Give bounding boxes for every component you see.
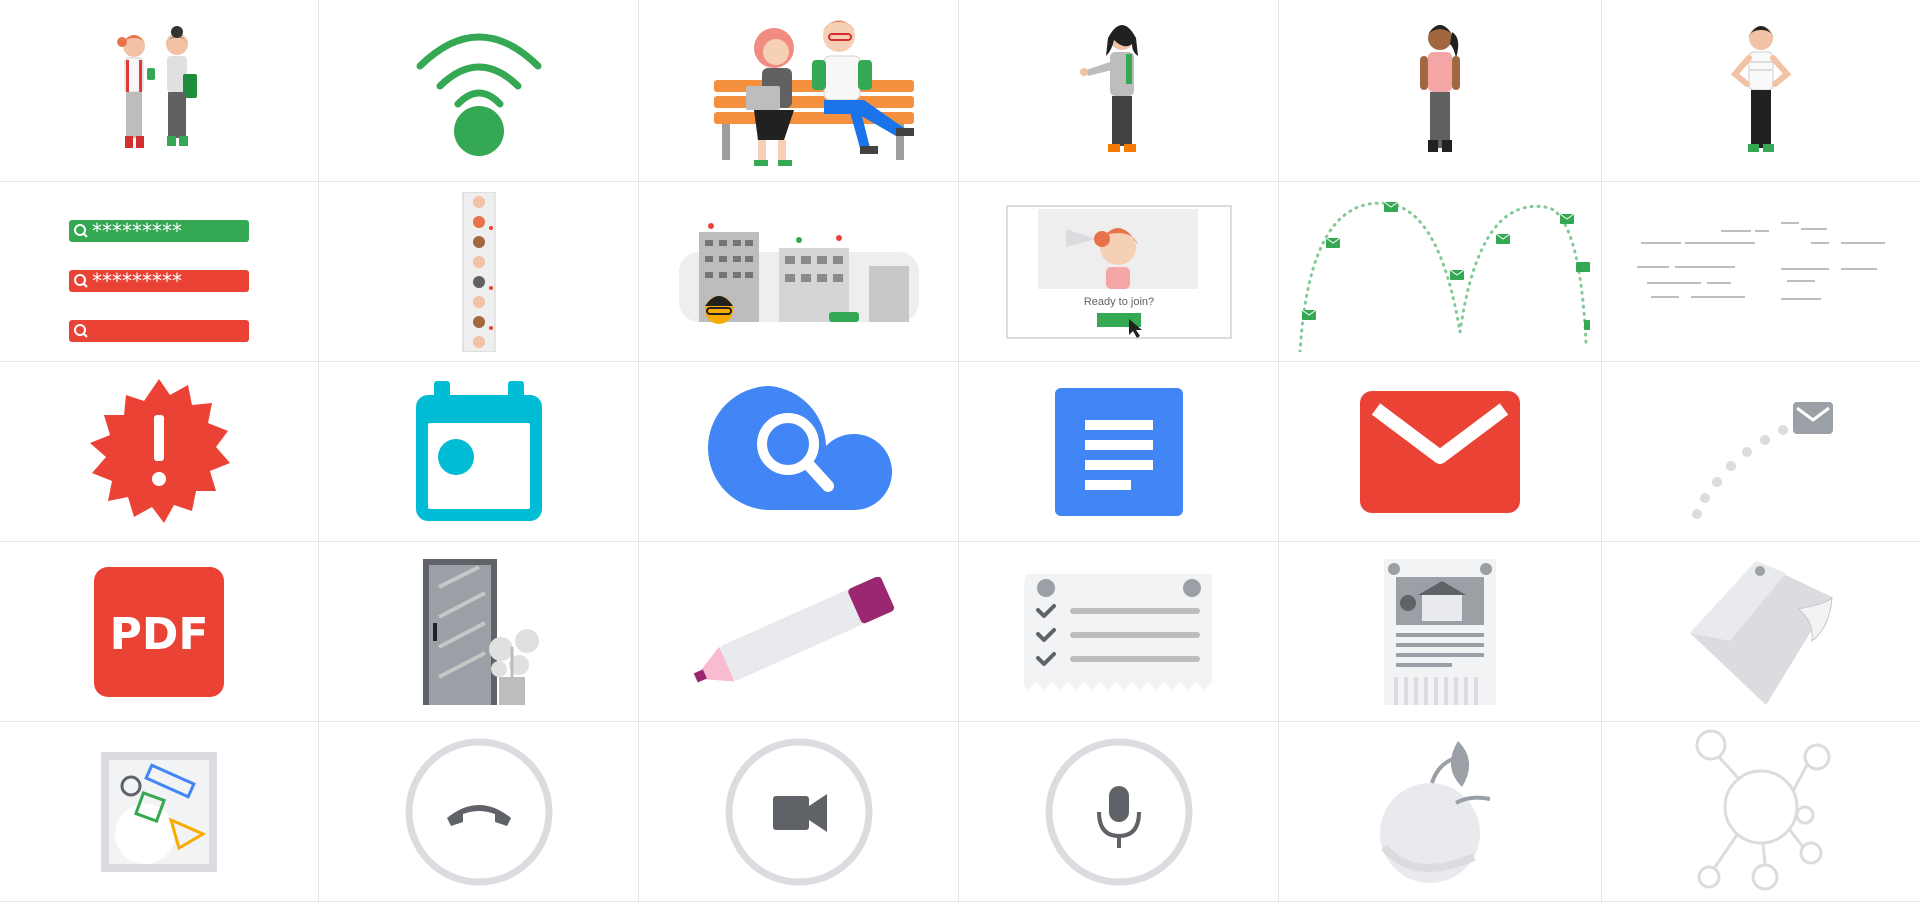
grid-cell (639, 182, 959, 362)
apple-icon (1380, 740, 1491, 883)
gmail-envelope-icon (1360, 390, 1520, 513)
svg-text:*********: ********* (92, 219, 182, 243)
grid-cell (1602, 182, 1920, 362)
svg-text:PDF: PDF (110, 609, 209, 660)
office-buildings-illustration (678, 222, 919, 324)
grid-cell (639, 722, 959, 902)
svg-text:*********: ********* (92, 269, 182, 293)
grid-cell (1279, 362, 1602, 542)
calendar-icon (415, 381, 542, 521)
wifi-icon (416, 33, 541, 156)
grid-cell: Ready to join? (959, 182, 1279, 362)
bouncing-mail-path-illustration (1298, 201, 1590, 352)
grid-cell (1279, 0, 1602, 182)
grid-cell (1279, 182, 1602, 362)
person-standing-illustration (1420, 24, 1460, 152)
grid-cell (959, 0, 1279, 182)
shapes-picture-icon (101, 751, 217, 872)
ready-to-join-illustration: Ready to join? (1005, 204, 1232, 339)
highlighter-icon (693, 576, 894, 683)
grid-cell: ********* ********* (0, 182, 319, 362)
microphone-icon[interactable] (1043, 736, 1195, 888)
participant-strip-illustration (462, 191, 495, 352)
grid-cell (1602, 542, 1920, 722)
network-hub-icon (1695, 729, 1831, 890)
illustration-grid: ********* ********* Ready to join? PDF (0, 0, 1920, 902)
hangup-phone-icon[interactable] (403, 736, 555, 888)
person-waving-illustration (1079, 24, 1138, 152)
grid-cell (0, 722, 319, 902)
grid-cell (319, 0, 639, 182)
checklist-receipt-icon (1023, 573, 1212, 690)
grid-cell (639, 362, 959, 542)
grid-cell: PDF (0, 542, 319, 722)
grid-cell (959, 362, 1279, 542)
ready-text: Ready to join? (1083, 296, 1153, 308)
grid-cell (319, 362, 639, 542)
grid-cell (1279, 542, 1602, 722)
grid-cell (1602, 362, 1920, 542)
grid-cell (1602, 722, 1920, 902)
person-hands-on-hips-illustration (1730, 25, 1792, 152)
grid-cell (0, 0, 319, 182)
people-on-bench-illustration (713, 20, 914, 166)
grid-cell (319, 542, 639, 722)
document-icon (1054, 387, 1183, 516)
grid-cell (959, 722, 1279, 902)
grid-cell (639, 0, 959, 182)
grid-cell (1602, 0, 1920, 182)
video-camera-icon[interactable] (723, 736, 875, 888)
mail-trail-icon (1692, 401, 1833, 519)
newspaper-icon (1384, 558, 1496, 705)
grid-cell (319, 722, 639, 902)
grid-cell (319, 182, 639, 362)
binary-data-illustration (1637, 221, 1885, 300)
pdf-icon: PDF (94, 566, 224, 697)
sticky-note-icon (1690, 560, 1833, 705)
alert-badge-icon (90, 378, 230, 523)
people-chatting-illustration (117, 25, 197, 148)
grid-cell (959, 542, 1279, 722)
grid-cell (639, 542, 959, 722)
password-search-fields-illustration: ********* ********* (69, 219, 249, 342)
cloud-search-icon (707, 385, 892, 510)
door-with-plant-illustration (422, 558, 539, 705)
grid-cell (1279, 722, 1602, 902)
grid-cell (0, 362, 319, 542)
